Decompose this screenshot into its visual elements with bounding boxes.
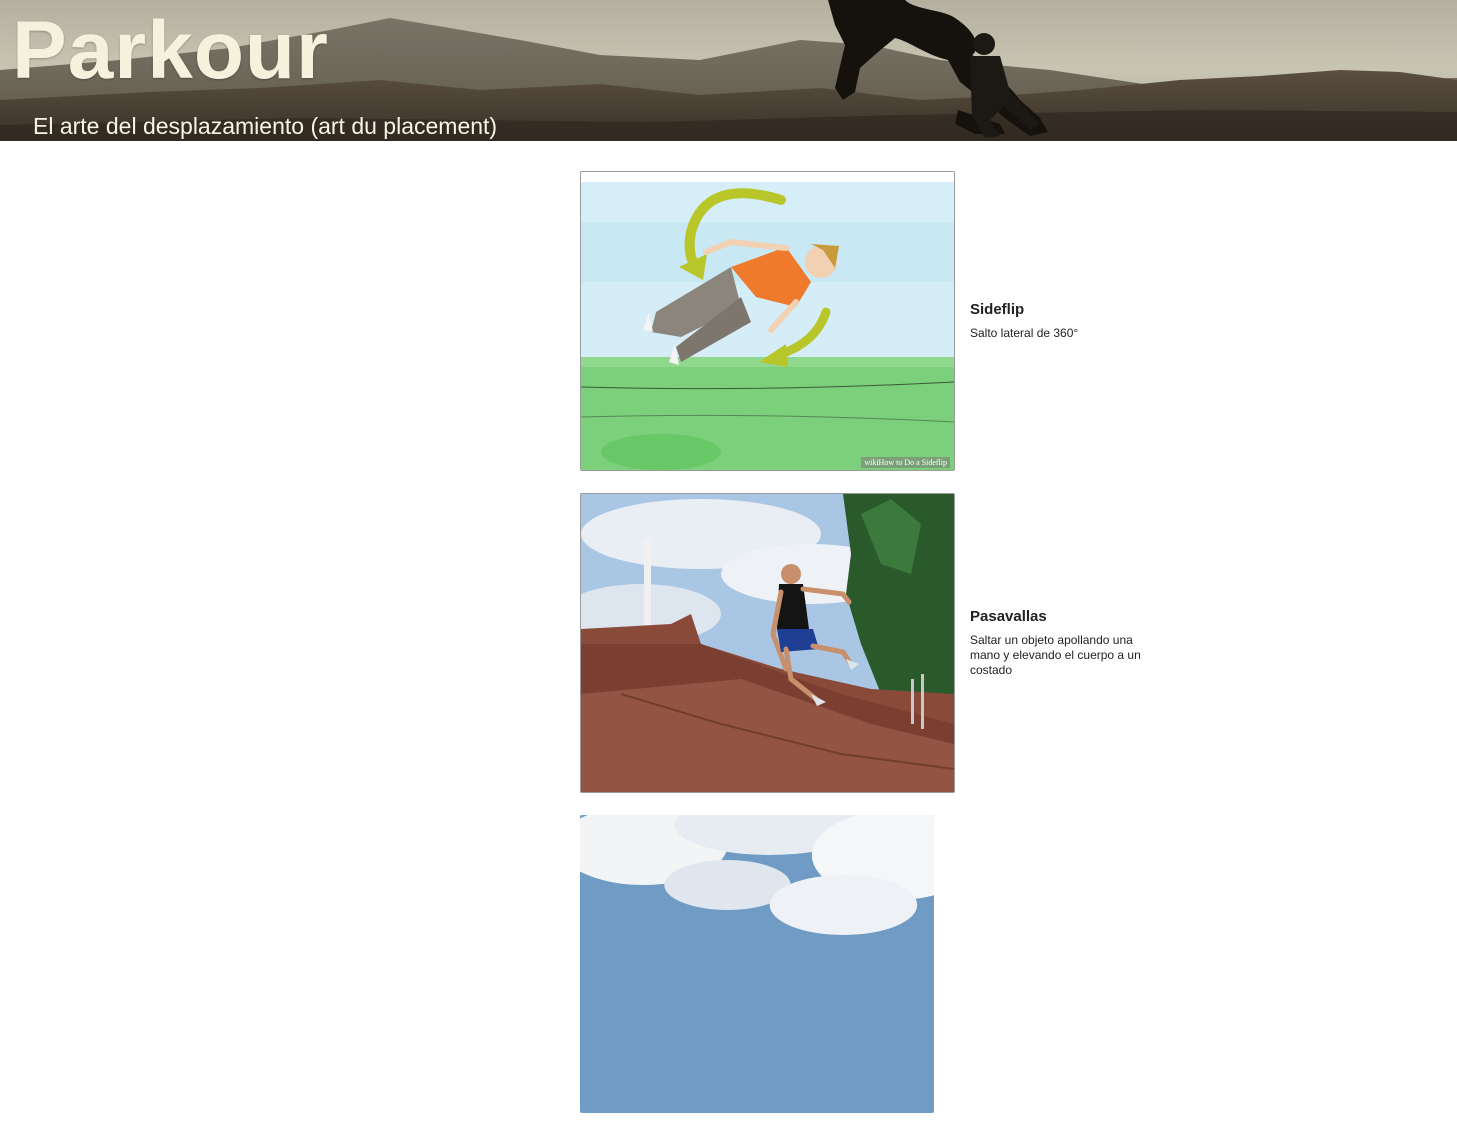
sideflip-illustration: wikiHow to Do a Sideflip [580, 171, 955, 471]
move-info: Pasavallas Saltar un objeto apollando un… [970, 608, 1155, 678]
move-description: Salto lateral de 360° [970, 326, 1079, 340]
moves-list: wikiHow to Do a Sideflip Sideflip Salto … [580, 171, 1180, 1135]
move-card-pasavallas: Pasavallas Saltar un objeto apollando un… [580, 493, 1180, 793]
header-banner: Parkour El arte del desplazamiento (art … [0, 0, 1457, 141]
third-move-photo [580, 815, 934, 1113]
move-card-sideflip: wikiHow to Do a Sideflip Sideflip Salto … [580, 171, 1180, 471]
page-subtitle: El arte del desplazamiento (art du place… [33, 113, 498, 139]
move-info: Sideflip Salto lateral de 360° [970, 301, 1155, 341]
move-name: Sideflip [970, 301, 1025, 318]
page-title: Parkour [12, 5, 329, 96]
move-description: Saltar un objeto apollando una mano y el… [970, 633, 1141, 677]
image-watermark: wikiHow to Do a Sideflip [861, 457, 950, 468]
move-info [949, 960, 1134, 968]
pasavallas-photo [580, 493, 955, 793]
move-name: Pasavallas [970, 608, 1047, 625]
move-card-third [580, 815, 1180, 1113]
